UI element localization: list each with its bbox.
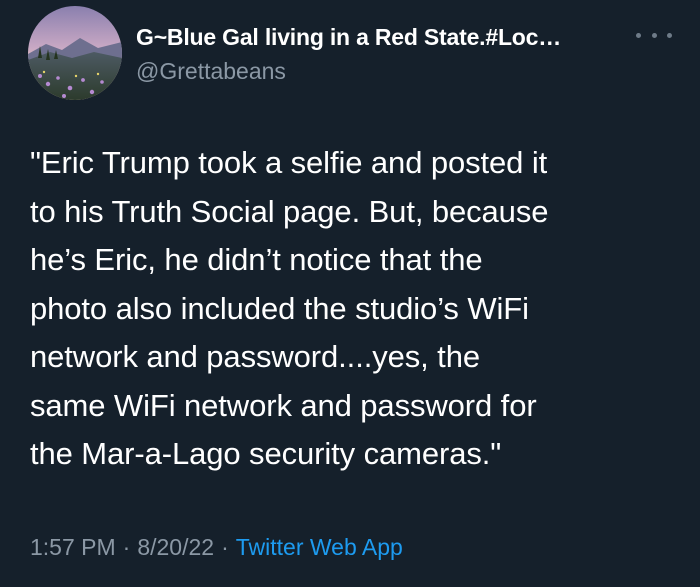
tweet-source-link[interactable]: Twitter Web App: [236, 534, 403, 560]
tweet-card: G~Blue Gal living in a Red State.#Loc… @…: [0, 0, 700, 587]
author-avatar[interactable]: [28, 6, 122, 100]
meta-separator: ·: [122, 534, 131, 560]
tweet-date[interactable]: 8/20/22: [137, 534, 214, 560]
ellipsis-dot: [667, 32, 672, 38]
author-handle[interactable]: @Grettabeans: [136, 58, 286, 85]
more-options-icon[interactable]: [636, 26, 672, 44]
tweet-metadata: 1:57 PM · 8/20/22 · Twitter Web App: [30, 534, 403, 561]
tweet-text: "Eric Trump took a selfie and posted it …: [30, 145, 549, 471]
meta-separator: ·: [221, 534, 229, 560]
tweet-time[interactable]: 1:57 PM: [30, 534, 116, 560]
avatar-image: [28, 6, 122, 100]
ellipsis-dot: [651, 32, 657, 38]
ellipsis-dot: [636, 32, 641, 38]
author-display-name[interactable]: G~Blue Gal living in a Red State.#Loc…: [136, 24, 561, 51]
